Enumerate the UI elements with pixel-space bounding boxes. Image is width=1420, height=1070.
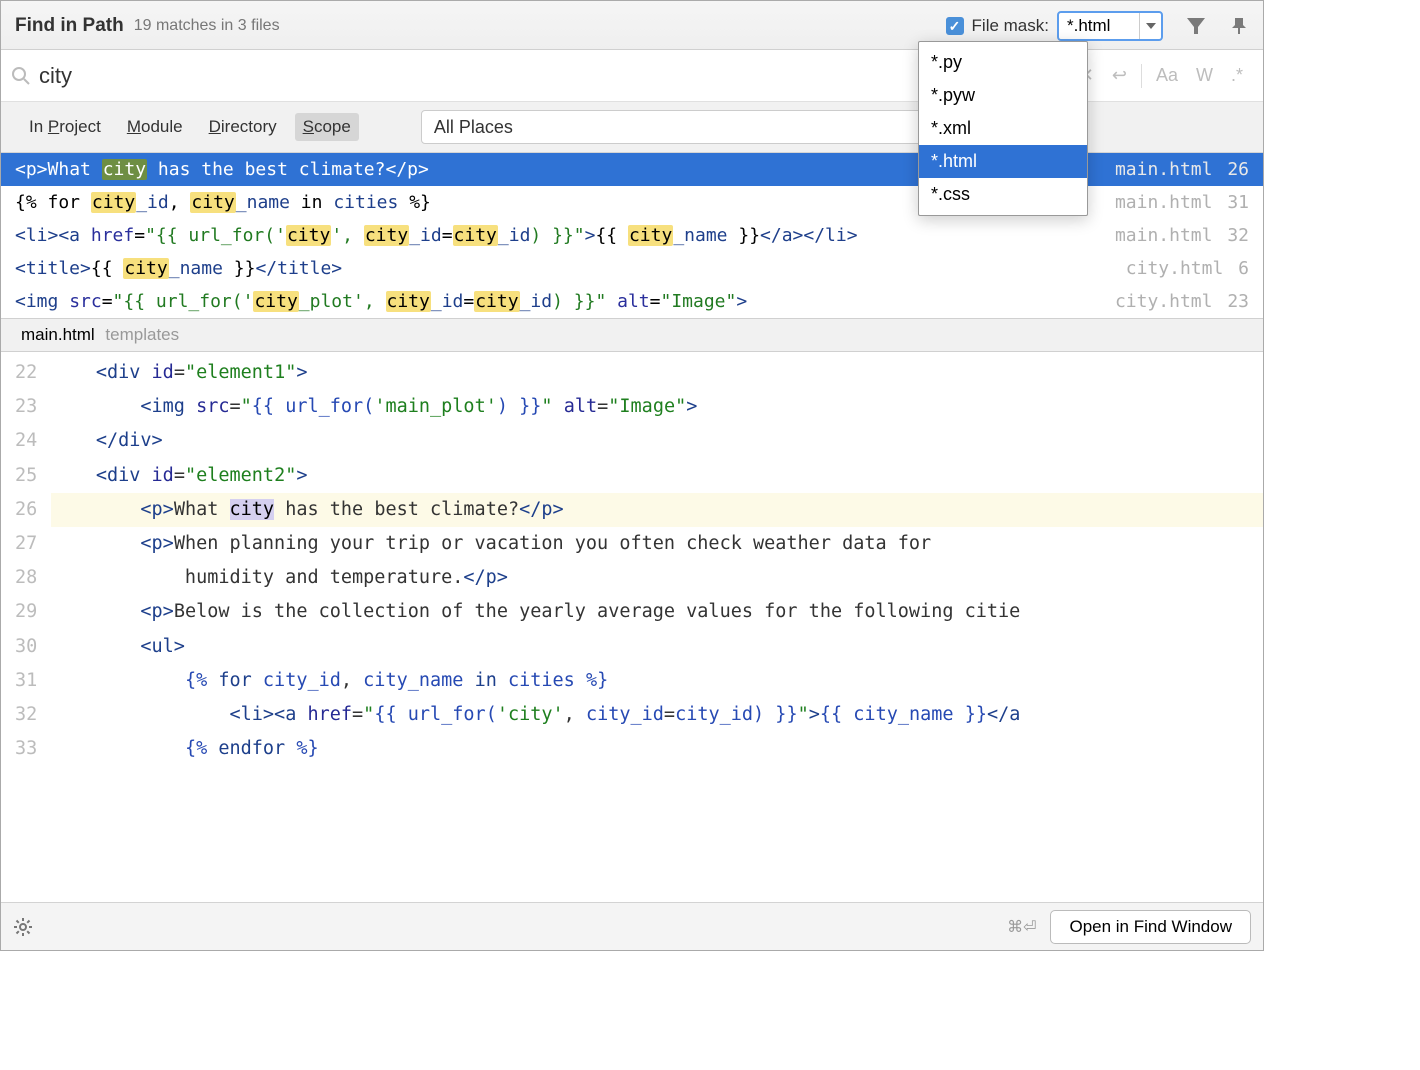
settings-gear-icon[interactable] <box>13 917 33 937</box>
mask-option[interactable]: *.xml <box>919 112 1087 145</box>
file-mask-dropdown[interactable]: *.py*.pyw*.xml*.html*.css <box>918 41 1088 216</box>
scope-tab-directory[interactable]: Directory <box>201 113 285 141</box>
file-mask-dropdown-button[interactable] <box>1139 13 1161 39</box>
file-mask-label: File mask: <box>972 16 1049 36</box>
scope-select[interactable]: All Places <box>421 110 981 144</box>
preview-file-name: main.html <box>21 325 95 344</box>
match-case-toggle[interactable]: Aa <box>1156 65 1178 86</box>
file-mask-checkbox[interactable]: ✓ <box>946 17 964 35</box>
separator <box>1141 64 1142 88</box>
dialog-footer: ⌘⏎ Open in Find Window <box>1 902 1263 950</box>
preview-dir: templates <box>105 325 179 344</box>
filter-icon[interactable] <box>1185 16 1207 36</box>
regex-toggle[interactable]: .* <box>1231 65 1243 86</box>
words-toggle[interactable]: W <box>1196 65 1213 86</box>
mask-option[interactable]: *.css <box>919 178 1087 211</box>
mask-option[interactable]: *.py <box>919 46 1087 79</box>
shortcut-hint: ⌘⏎ <box>1007 917 1036 937</box>
result-row[interactable]: <img src="{{ url_for('city_plot', city_i… <box>1 285 1263 318</box>
result-location: main.html 26 <box>1115 159 1249 180</box>
preview-editor[interactable]: 222324252627282930313233 <div id="elemen… <box>1 352 1263 792</box>
mask-option[interactable]: *.pyw <box>919 79 1087 112</box>
file-mask-input[interactable] <box>1059 16 1139 36</box>
result-location: city.html 23 <box>1115 291 1249 312</box>
result-row[interactable]: <li><a href="{{ url_for('city', city_id=… <box>1 219 1263 252</box>
open-in-find-window-button[interactable]: Open in Find Window <box>1050 910 1251 944</box>
preview-header: main.html templates <box>1 318 1263 352</box>
result-location: city.html 6 <box>1126 258 1249 279</box>
scope-tab-module[interactable]: Module <box>119 113 191 141</box>
scope-tab-in-project[interactable]: In Project <box>21 113 109 141</box>
result-location: main.html 32 <box>1115 225 1249 246</box>
scope-select-value: All Places <box>434 117 513 138</box>
search-icon <box>11 66 31 86</box>
file-mask-input-wrap <box>1057 11 1163 41</box>
history-icon[interactable]: ↩︎ <box>1112 65 1127 86</box>
file-mask-group: ✓ File mask: <box>946 11 1163 41</box>
mask-option[interactable]: *.html <box>919 145 1087 178</box>
chevron-down-icon <box>1146 23 1156 29</box>
dialog-title: Find in Path <box>15 15 124 37</box>
editor-gutter: 222324252627282930313233 <box>1 352 51 792</box>
result-row[interactable]: <title>{{ city_name }}</title>city.html … <box>1 252 1263 285</box>
match-count-label: 19 matches in 3 files <box>134 17 280 35</box>
pin-icon[interactable] <box>1229 16 1249 36</box>
result-location: main.html 31 <box>1115 192 1249 213</box>
scope-tab-scope[interactable]: Scope <box>295 113 359 141</box>
editor-body[interactable]: <div id="element1"> <img src="{{ url_for… <box>51 352 1263 792</box>
scope-tabs: In Project Module Directory Scope <box>21 113 359 141</box>
search-input[interactable] <box>35 63 1046 89</box>
